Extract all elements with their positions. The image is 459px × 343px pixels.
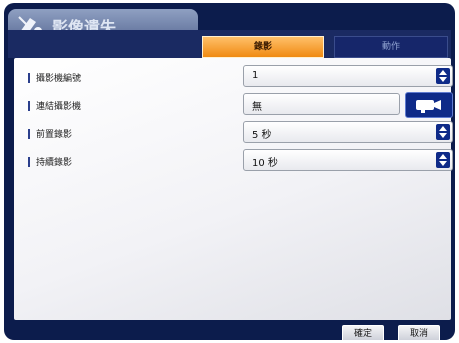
camera-icon	[416, 100, 441, 113]
tab-motion[interactable]: 動作	[334, 36, 448, 58]
setting-row-pre-record: 前置錄影 5 秒	[14, 121, 453, 145]
setting-label: 持續錄影	[28, 155, 72, 168]
setting-label-text: 持續錄影	[36, 158, 73, 168]
pre-record-spinner[interactable]: 5 秒	[243, 121, 453, 143]
arrow-up-icon	[439, 70, 447, 75]
setting-label-text: 前置錄影	[36, 130, 73, 140]
spinner-arrows-icon[interactable]	[436, 152, 450, 168]
cancel-button[interactable]: 取消	[398, 325, 440, 340]
arrow-down-icon	[439, 161, 447, 166]
post-record-spinner[interactable]: 10 秒	[243, 149, 453, 171]
field-value: 5 秒	[252, 130, 272, 141]
setting-label-text: 攝影機編號	[36, 74, 82, 84]
field-value: 1	[252, 70, 259, 81]
bullet-marker	[28, 156, 30, 167]
tab-record[interactable]: 錄影	[202, 36, 324, 58]
setting-row-post-record: 持續錄影 10 秒	[14, 149, 453, 173]
bullet-marker	[28, 128, 30, 139]
field-value: 10 秒	[252, 158, 278, 169]
spinner-arrows-icon[interactable]	[436, 124, 450, 140]
arrow-up-icon	[439, 126, 447, 131]
setting-label: 前置錄影	[28, 127, 72, 140]
arrow-down-icon	[439, 77, 447, 82]
setting-label: 連結攝影機	[28, 99, 81, 112]
dialog-frame: 影像遺失 錄影 動作 攝影機編號 1 連結攝影機 無 前置錄影 5 秒 持續錄影…	[4, 3, 455, 340]
bullet-marker	[28, 72, 30, 83]
arrow-up-icon	[439, 154, 447, 159]
camera-number-spinner[interactable]: 1	[243, 65, 453, 87]
field-value: 無	[252, 102, 262, 113]
settings-panel: 攝影機編號 1 連結攝影機 無 前置錄影 5 秒 持續錄影 10 秒	[14, 58, 453, 320]
ok-button[interactable]: 確定	[342, 325, 384, 340]
spinner-arrows-icon[interactable]	[436, 68, 450, 84]
bullet-marker	[28, 100, 30, 111]
arrow-down-icon	[439, 133, 447, 138]
setting-row-camera-number: 攝影機編號 1	[14, 65, 453, 89]
linked-camera-field: 無	[243, 93, 400, 115]
setting-label-text: 連結攝影機	[36, 102, 82, 112]
setting-label: 攝影機編號	[28, 71, 81, 84]
camera-select-button[interactable]	[405, 92, 453, 118]
setting-row-linked-camera: 連結攝影機 無	[14, 92, 453, 118]
